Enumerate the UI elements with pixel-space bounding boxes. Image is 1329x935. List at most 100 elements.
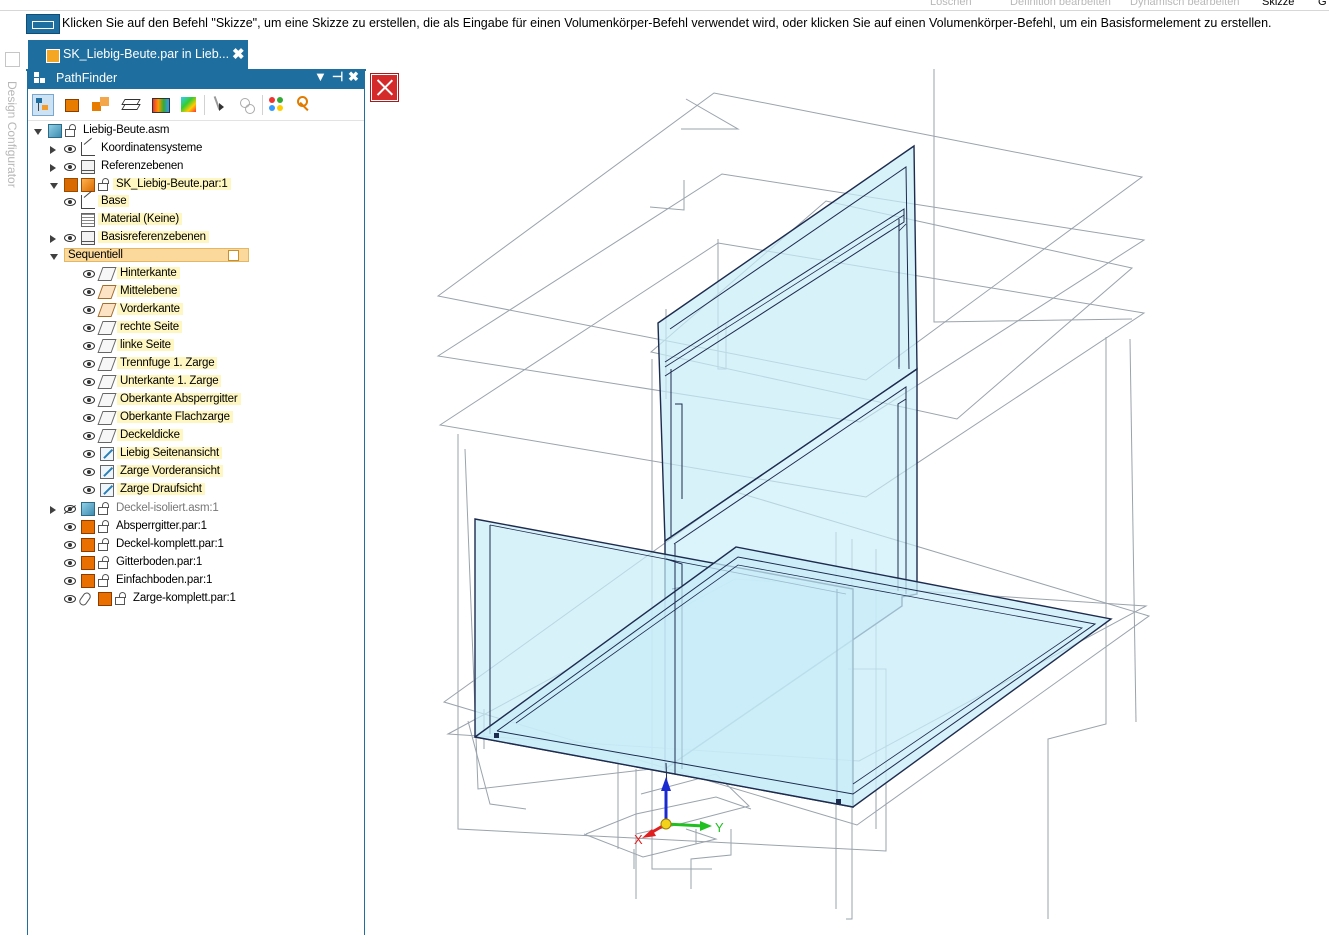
x-axis-label: X: [634, 832, 643, 847]
collapse-chevron-icon[interactable]: [34, 129, 42, 135]
components-icon[interactable]: [90, 94, 112, 116]
tree-item-deckel-komplett[interactable]: Deckel-komplett.par:1: [28, 537, 358, 555]
assembly-parts-icon[interactable]: [62, 94, 84, 116]
tree-item-zarge-komplett[interactable]: Zarge-komplett.par:1: [28, 590, 358, 609]
tree-item-root-assembly[interactable]: Liebig-Beute.asm: [28, 123, 358, 141]
tree-item-plane-linke-seite[interactable]: linke Seite: [28, 338, 358, 356]
tree-item-plane-hinterkante[interactable]: Hinterkante: [28, 266, 358, 284]
tree-item-plane-rechte-seite[interactable]: rechte Seite: [28, 320, 358, 338]
visibility-eye-icon[interactable]: [64, 145, 76, 153]
tree-item-material[interactable]: Material (Keine): [28, 212, 358, 230]
expand-chevron-icon[interactable]: [50, 146, 56, 154]
close-tab-icon[interactable]: ✖: [232, 45, 245, 63]
tree-item-plane-trennfuge[interactable]: Trennfuge 1. Zarge: [28, 356, 358, 374]
tree-item-plane-deckeldicke[interactable]: Deckeldicke: [28, 428, 358, 446]
tree-item-plane-oberkante-flachzarge[interactable]: Oberkante Flachzarge: [28, 410, 358, 428]
tree-item-plane-vorderkante[interactable]: Vorderkante: [28, 302, 358, 320]
tree-view-icon[interactable]: [32, 94, 54, 116]
collapse-chevron-icon[interactable]: [50, 254, 58, 260]
sketch-icon: [100, 465, 114, 479]
model-drawing[interactable]: X Y: [366, 69, 1329, 935]
visibility-eye-icon[interactable]: [64, 198, 76, 206]
expand-chevron-icon[interactable]: [50, 235, 56, 243]
pathfinder-icon: [34, 72, 46, 84]
close-panel-icon[interactable]: ✖: [348, 69, 359, 85]
prompt-toggle-button[interactable]: [26, 14, 60, 34]
tree-item-label: Deckeldicke: [117, 429, 183, 441]
dropdown-icon[interactable]: ▼: [314, 69, 327, 84]
part-icon: [81, 178, 95, 192]
visibility-eye-icon[interactable]: [83, 360, 95, 368]
select-tool-icon[interactable]: [208, 94, 230, 116]
tree-item-base-reference-planes[interactable]: Basisreferenzebenen: [28, 230, 358, 248]
material-icon: [81, 213, 95, 227]
sequential-checkbox-icon[interactable]: [228, 250, 239, 261]
visibility-eye-icon[interactable]: [64, 541, 76, 549]
design-configurator-strip[interactable]: Design Configurator: [0, 36, 26, 935]
plane-icon: [97, 411, 117, 425]
color-mode-icon[interactable]: [178, 94, 200, 116]
visibility-eye-icon[interactable]: [64, 523, 76, 531]
tree-item-sequential[interactable]: Sequentiell: [28, 248, 358, 266]
pathfinder-title: PathFinder: [56, 71, 118, 85]
visibility-eye-icon[interactable]: [83, 306, 95, 314]
tree-item-label: Oberkante Flachzarge: [117, 411, 233, 423]
tree-item-active-part[interactable]: SK_Liebig-Beute.par:1: [28, 177, 358, 195]
pin-icon[interactable]: ⊣: [332, 69, 343, 85]
visibility-eye-icon[interactable]: [64, 234, 76, 242]
expand-chevron-icon[interactable]: [50, 164, 56, 172]
visibility-eye-icon[interactable]: [83, 342, 95, 350]
tree-item-deckel-isoliert[interactable]: Deckel-isoliert.asm:1: [28, 501, 358, 519]
tree-item-gitterboden[interactable]: Gitterboden.par:1: [28, 555, 358, 573]
display-config-icon[interactable]: [150, 94, 172, 116]
tree-item-plane-oberkante-absperrgitter[interactable]: Oberkante Absperrgitter: [28, 392, 358, 410]
tree-item-absperrgitter[interactable]: Absperrgitter.par:1: [28, 519, 358, 537]
toolbar-item-delete[interactable]: Löschen: [930, 0, 972, 8]
toolbar-item-partial[interactable]: G: [1318, 0, 1327, 8]
collapse-chevron-icon[interactable]: [50, 183, 58, 189]
visibility-eye-icon[interactable]: [83, 450, 95, 458]
key-tool-icon[interactable]: [294, 94, 316, 116]
visibility-eye-icon[interactable]: [83, 414, 95, 422]
toolbar-item-sketch[interactable]: Skizze: [1262, 0, 1294, 8]
tree-item-reference-planes[interactable]: Referenzebenen: [28, 159, 358, 177]
visibility-eye-icon[interactable]: [83, 270, 95, 278]
part-box-icon: [98, 592, 112, 606]
visibility-eye-icon[interactable]: [83, 378, 95, 386]
graphics-viewport[interactable]: X Y: [366, 69, 1329, 935]
tree-item-label: Vorderkante: [117, 303, 183, 315]
tree-item-plane-unterkante[interactable]: Unterkante 1. Zarge: [28, 374, 358, 392]
design-configurator-icon[interactable]: [5, 52, 20, 67]
document-tab[interactable]: SK_Liebig-Beute.par in Lieb... ✖: [28, 40, 248, 69]
tree-item-label: Oberkante Absperrgitter: [117, 393, 241, 405]
visibility-eye-icon[interactable]: [83, 486, 95, 494]
tree-item-sketch-vorderansicht[interactable]: Zarge Vorderansicht: [28, 464, 358, 482]
tree-item-label: Koordinatensysteme: [101, 142, 203, 154]
part-box-icon: [81, 520, 95, 534]
toolbar-item-edit-definition[interactable]: Definition bearbeiten: [1010, 0, 1111, 8]
visibility-eye-icon[interactable]: [83, 432, 95, 440]
visibility-eye-icon[interactable]: [83, 324, 95, 332]
visibility-eye-icon[interactable]: [64, 595, 76, 603]
visibility-eye-icon[interactable]: [83, 468, 95, 476]
tree-item-label: Referenzebenen: [101, 160, 184, 172]
tree-item-sketch-seitenansicht[interactable]: Liebig Seitenansicht: [28, 446, 358, 464]
grid-colors-icon[interactable]: [266, 94, 288, 116]
expand-chevron-icon[interactable]: [50, 506, 56, 514]
visibility-eye-icon[interactable]: [64, 577, 76, 585]
cylinders-icon[interactable]: [236, 94, 258, 116]
visibility-eye-icon[interactable]: [83, 288, 95, 296]
tree-item-plane-mittelebene[interactable]: Mittelebene: [28, 284, 358, 302]
tree-item-label: Absperrgitter.par:1: [116, 520, 207, 532]
plane-icon: [97, 303, 117, 317]
tree-item-sketch-draufsicht[interactable]: Zarge Draufsicht: [28, 482, 358, 500]
layers-icon[interactable]: [120, 94, 142, 116]
visibility-eye-icon[interactable]: [64, 163, 76, 171]
hidden-eye-icon[interactable]: [64, 505, 76, 513]
tree-item-einfachboden[interactable]: Einfachboden.par:1: [28, 573, 358, 591]
visibility-eye-icon[interactable]: [64, 559, 76, 567]
tree-item-coordinate-systems[interactable]: Koordinatensysteme: [28, 141, 358, 159]
visibility-eye-icon[interactable]: [83, 396, 95, 404]
tree-item-base[interactable]: Base: [28, 194, 358, 212]
toolbar-item-dynamic-edit[interactable]: Dynamisch bearbeiten: [1130, 0, 1239, 8]
